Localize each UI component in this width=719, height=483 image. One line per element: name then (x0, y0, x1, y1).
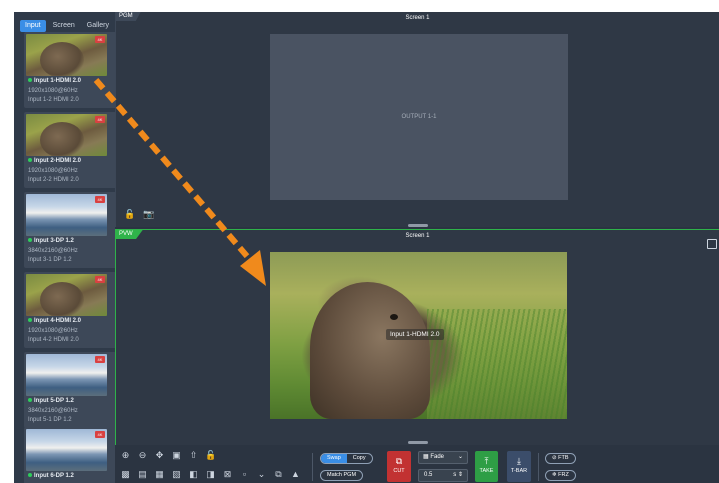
split-left-icon[interactable]: ◧ (188, 469, 199, 480)
duration-input[interactable]: 0.5 s ⇕ (418, 469, 468, 482)
input-card-2[interactable]: 4K Input 2-HDMI 2.0 1920x1080@60Hz Input… (24, 112, 115, 188)
4k-badge: 4K (95, 116, 105, 123)
pvw-source-label: Input 1-HDMI 2.0 (386, 329, 444, 340)
4k-badge: 4K (95, 356, 105, 363)
input-name: Input 6-DP 1.2 (34, 473, 74, 479)
input-name: Input 1-HDMI 2.0 (34, 78, 82, 84)
input-resolution: 3840x2160@60Hz (28, 248, 78, 254)
unlock-icon[interactable]: 🔓 (124, 209, 135, 219)
tbar-icon: ⤓ (517, 456, 521, 466)
tbar-button[interactable]: ⤓ T-BAR (507, 451, 531, 482)
camera-icon[interactable]: 📷 (143, 209, 154, 219)
signal-dot-icon (28, 398, 32, 403)
input-name: Input 4-HDMI 2.0 (34, 318, 82, 324)
clear-icon[interactable]: ⇧ (188, 450, 199, 461)
zoom-in-icon[interactable]: ⊕ (120, 450, 131, 461)
4k-badge: 4K (95, 431, 105, 438)
source-tabs: Input Screen Gallery (20, 20, 114, 32)
input-thumbnail: 4K (26, 194, 107, 236)
input-card-6[interactable]: 4K Input 6-DP 1.2 (24, 427, 115, 483)
chevron-down-icon[interactable]: ⌄ (256, 469, 267, 480)
input-thumbnail: 4K (26, 354, 107, 396)
4k-badge: 4K (95, 276, 105, 283)
signal-dot-icon (28, 473, 32, 478)
input-resolution: 1920x1080@60Hz (28, 88, 78, 94)
chevron-down-icon: ⌄ (457, 454, 463, 460)
input-port: Input 4-2 HDMI 2.0 (28, 337, 79, 343)
4k-badge: 4K (95, 36, 105, 43)
signal-dot-icon (28, 158, 32, 163)
pvw-resize-handle[interactable] (408, 441, 428, 444)
input-card-1[interactable]: 4K Input 1-HDMI 2.0 1920x1080@60Hz Input… (24, 32, 115, 108)
cut-icon: ⧉ (395, 456, 403, 466)
tab-gallery[interactable]: Gallery (82, 20, 114, 32)
split-right-icon[interactable]: ◨ (205, 469, 216, 480)
take-button[interactable]: ⤒ TAKE (475, 451, 498, 482)
fullscreen-layer-icon[interactable]: ▣ (171, 450, 182, 461)
pvw-panel: PVW Screen 1 Input 1-HDMI 2.0 (115, 229, 719, 445)
tab-screen[interactable]: Screen (48, 20, 80, 32)
fullscreen-icon[interactable] (707, 239, 717, 249)
window-icon[interactable]: ▫ (239, 469, 250, 480)
copy-button[interactable]: Copy (347, 454, 372, 463)
fit-screen-icon[interactable]: ✥ (154, 450, 165, 461)
input-resolution: 1920x1080@60Hz (28, 168, 78, 174)
input-name: Input 5-DP 1.2 (34, 398, 74, 404)
transition-select[interactable]: ▦ Fade ⌄ (418, 451, 468, 464)
lock-toggle-icon[interactable]: 🔓 (205, 450, 216, 461)
frz-button[interactable]: ❄ FRZ (545, 470, 576, 481)
pgm-resize-handle[interactable] (408, 224, 428, 227)
input-port: Input 5-1 DP 1.2 (28, 417, 72, 423)
signal-dot-icon (28, 238, 32, 243)
workspace: PGM Screen 1 OUTPUT 1-1 🔓 📷 PVW Screen 1… (115, 12, 719, 483)
input-thumbnail: 4K (26, 34, 107, 76)
mirror-icon[interactable]: ▲ (290, 469, 301, 480)
swap-button[interactable]: Swap (321, 454, 347, 463)
pgm-panel: PGM Screen 1 OUTPUT 1-1 🔓 📷 (115, 12, 719, 227)
pgm-output-layer[interactable]: OUTPUT 1-1 (270, 34, 568, 200)
input-name: Input 2-HDMI 2.0 (34, 158, 82, 164)
close-layer-icon[interactable]: ⊠ (222, 469, 233, 480)
input-port: Input 2-2 HDMI 2.0 (28, 177, 79, 183)
layer-front-icon[interactable]: ▩ (120, 469, 131, 480)
take-icon: ⤒ (484, 456, 489, 466)
input-name: Input 3-DP 1.2 (34, 238, 74, 244)
input-resolution: 1920x1080@60Hz (28, 328, 78, 334)
swap-copy-toggle: Swap Copy (320, 453, 373, 464)
source-panel: Input Screen Gallery 4K Input 1-HDMI 2.0… (14, 12, 115, 483)
cut-button[interactable]: ⧉ CUT (387, 451, 411, 482)
input-port: Input 3-1 DP 1.2 (28, 257, 72, 263)
left-edge (0, 12, 14, 483)
tab-input[interactable]: Input (20, 20, 46, 32)
layer-back-icon[interactable]: ▧ (171, 469, 182, 480)
bottom-toolbar: ⊕ ⊖ ✥ ▣ ⇧ 🔓 ▩ ▤ ▦ ▧ ◧ ◨ ⊠ ▫ ⌄ ⧉ ▲ Swap C… (115, 445, 719, 483)
ftb-button[interactable]: ⊘ FTB (545, 453, 576, 464)
signal-dot-icon (28, 318, 32, 323)
pvw-source-layer[interactable]: Input 1-HDMI 2.0 (270, 252, 567, 419)
layer-forward-icon[interactable]: ▤ (137, 469, 148, 480)
input-thumbnail: 4K (26, 274, 107, 316)
pvw-screen-title: Screen 1 (405, 233, 430, 239)
input-port: Input 1-2 HDMI 2.0 (28, 97, 79, 103)
input-thumbnail: 4K (26, 429, 107, 471)
layer-backward-icon[interactable]: ▦ (154, 469, 165, 480)
pgm-screen-title: Screen 1 (405, 15, 430, 21)
copy-layer-icon[interactable]: ⧉ (273, 469, 284, 480)
input-card-3[interactable]: 4K Input 3-DP 1.2 3840x2160@60Hz Input 3… (24, 192, 115, 268)
input-thumbnail: 4K (26, 114, 107, 156)
output-label: OUTPUT 1-1 (401, 114, 437, 120)
4k-badge: 4K (95, 196, 105, 203)
top-strip (0, 0, 719, 12)
input-resolution: 3840x2160@60Hz (28, 408, 78, 414)
input-card-4[interactable]: 4K Input 4-HDMI 2.0 1920x1080@60Hz Input… (24, 272, 115, 348)
signal-dot-icon (28, 78, 32, 83)
input-card-5[interactable]: 4K Input 5-DP 1.2 3840x2160@60Hz Input 5… (24, 352, 115, 428)
zoom-out-icon[interactable]: ⊖ (137, 450, 148, 461)
match-pgm-button[interactable]: Match PGM (320, 470, 364, 481)
